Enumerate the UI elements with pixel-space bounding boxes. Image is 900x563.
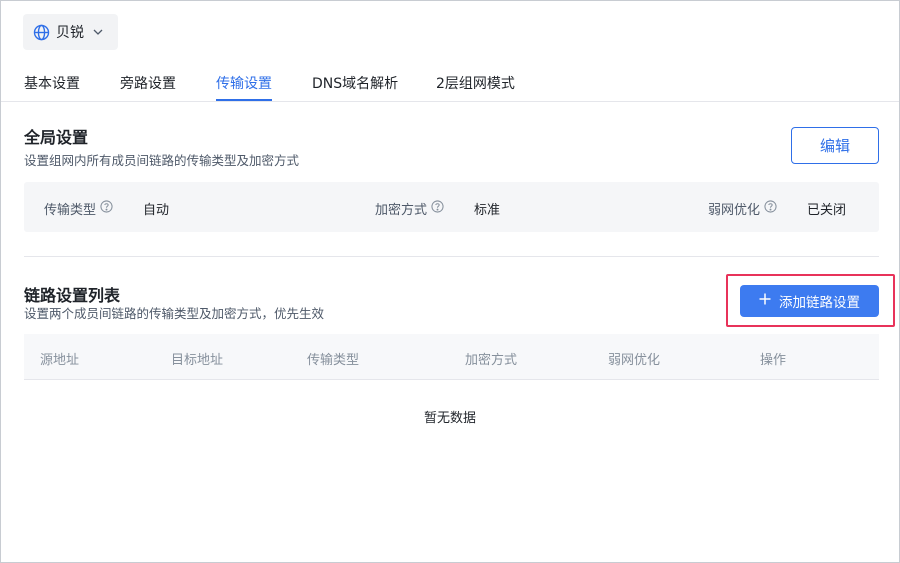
help-icon[interactable] [100, 200, 113, 217]
help-icon[interactable] [431, 200, 444, 217]
table-header: 源地址 目标地址 传输类型 加密方式 弱网优化 操作 [24, 334, 879, 380]
tab-layer2-mode[interactable]: 2层组网模式 [436, 73, 515, 93]
add-link-setting-label: 添加链路设置 [779, 295, 860, 311]
column-header-source: 源地址 [40, 353, 80, 368]
column-header-target: 目标地址 [171, 353, 224, 368]
link-list-description: 设置两个成员间链路的传输类型及加密方式，优先生效 [24, 306, 325, 321]
tab-bar: 基本设置 旁路设置 传输设置 DNS域名解析 2层组网模式 [1, 59, 899, 102]
encryption-label: 加密方式 [375, 199, 444, 218]
tab-basic-settings[interactable]: 基本设置 [24, 73, 80, 93]
tab-transport-settings[interactable]: 传输设置 [216, 73, 272, 93]
transport-type-value: 自动 [143, 203, 170, 218]
weak-network-label: 弱网优化 [708, 199, 777, 218]
chevron-down-icon [92, 26, 104, 38]
account-name: 贝锐 [56, 25, 84, 41]
column-header-encryption: 加密方式 [465, 353, 518, 368]
column-header-actions: 操作 [760, 353, 787, 368]
tab-bypass-settings[interactable]: 旁路设置 [120, 73, 176, 93]
encryption-value: 标准 [474, 203, 501, 218]
account-switcher[interactable]: 贝锐 [23, 14, 118, 50]
global-settings-title: 全局设置 [24, 128, 89, 147]
plus-icon [759, 293, 771, 309]
add-link-setting-button[interactable]: 添加链路设置 [740, 285, 879, 317]
transport-type-label: 传输类型 [44, 199, 113, 218]
tab-dns-resolution[interactable]: DNS域名解析 [312, 73, 398, 93]
help-icon[interactable] [764, 200, 777, 217]
section-divider [24, 256, 879, 257]
empty-state-text: 暂无数据 [423, 411, 476, 426]
active-tab-indicator [216, 99, 272, 101]
weak-network-value: 已关闭 [807, 203, 847, 218]
column-header-transport: 传输类型 [307, 353, 360, 368]
global-settings-description: 设置组网内所有成员间链路的传输类型及加密方式 [24, 153, 300, 168]
globe-icon [33, 24, 50, 41]
column-header-weak-network: 弱网优化 [608, 353, 661, 368]
global-settings-panel: 传输类型 自动 加密方式 标准 弱网优化 已关闭 [24, 182, 879, 232]
edit-button[interactable]: 编辑 [791, 127, 879, 164]
window-frame: 贝锐 基本设置 旁路设置 传输设置 DNS域名解析 2层组网模式 全局设置 设置… [0, 0, 900, 563]
